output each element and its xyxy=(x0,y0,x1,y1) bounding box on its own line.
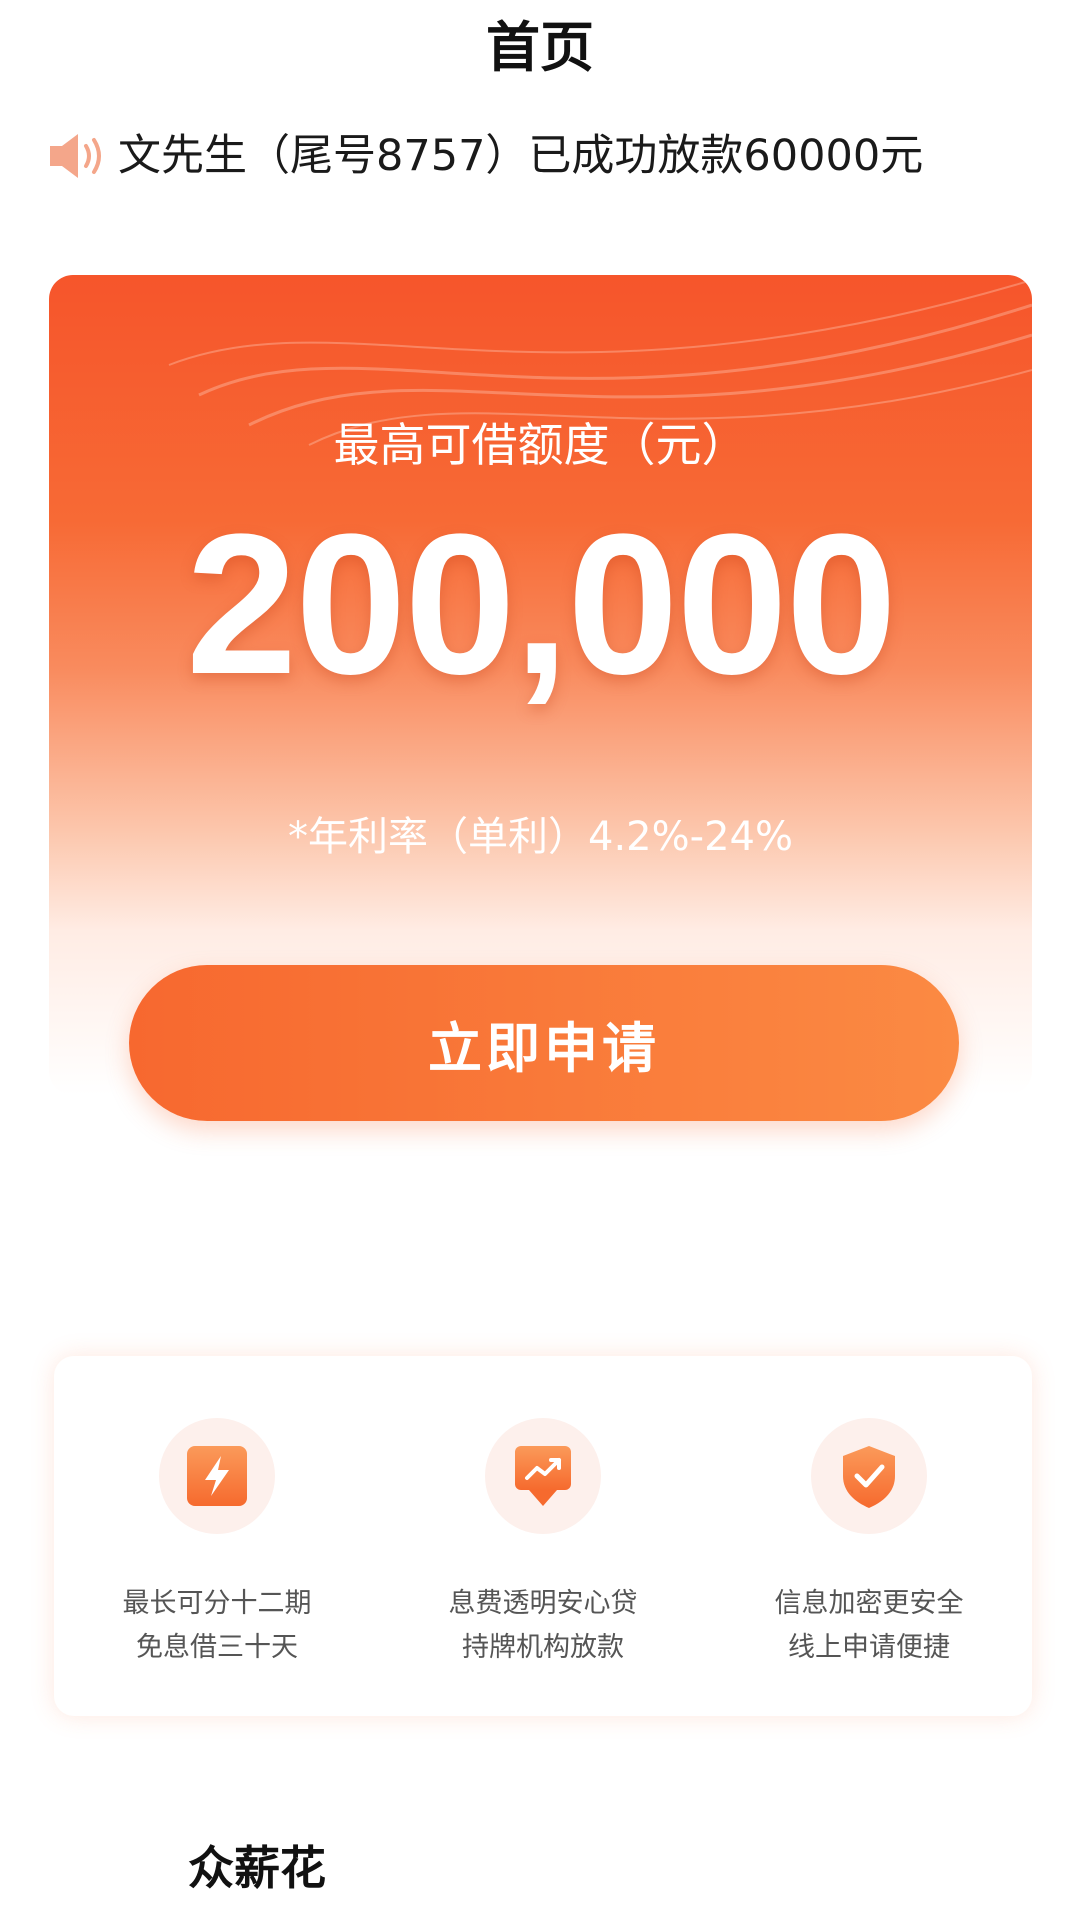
feature-item: 信息加密更安全 线上申请便捷 xyxy=(706,1356,1032,1716)
shield-check-icon xyxy=(843,1446,895,1508)
page-title: 首页 xyxy=(486,16,594,79)
trend-chart-icon xyxy=(515,1446,571,1506)
brand-name: 众薪花 xyxy=(188,1841,326,1895)
feature-line1: 最长可分十二期 xyxy=(122,1588,312,1619)
feature-line1: 信息加密更安全 xyxy=(774,1588,964,1619)
speaker-icon xyxy=(50,134,101,178)
feature-item: 最长可分十二期 免息借三十天 xyxy=(54,1356,380,1716)
feature-line2: 免息借三十天 xyxy=(136,1632,298,1663)
limit-amount: 200,000 xyxy=(186,493,897,716)
loan-notice-bar: 文先生（尾号8757）已成功放款60000元 xyxy=(48,124,923,188)
feature-icon-badge xyxy=(159,1418,275,1534)
home-page: 首页 文先生（尾号8757）已成功放款60000元 最高可借额度（元） 200,… xyxy=(0,0,1080,1920)
feature-line1: 息费透明安心贷 xyxy=(448,1588,638,1619)
interest-rate-text: *年利率（单利）4.2%-24% xyxy=(288,814,793,860)
feature-item: 息费透明安心贷 持牌机构放款 xyxy=(380,1356,706,1716)
notice-text: 文先生（尾号8757）已成功放款60000元 xyxy=(118,131,924,181)
feature-line2: 线上申请便捷 xyxy=(788,1632,950,1663)
limit-label: 最高可借额度（元） xyxy=(333,418,748,472)
feature-icon-badge xyxy=(811,1418,927,1534)
features-card: 最长可分十二期 免息借三十天 息费透明安心贷 持牌机构放款 信息加密更安全 线上… xyxy=(54,1356,1032,1716)
feature-icon-badge xyxy=(485,1418,601,1534)
feature-line2: 持牌机构放款 xyxy=(462,1632,624,1663)
apply-now-button[interactable]: 立即申请 xyxy=(129,965,959,1121)
lightning-icon xyxy=(187,1446,247,1506)
